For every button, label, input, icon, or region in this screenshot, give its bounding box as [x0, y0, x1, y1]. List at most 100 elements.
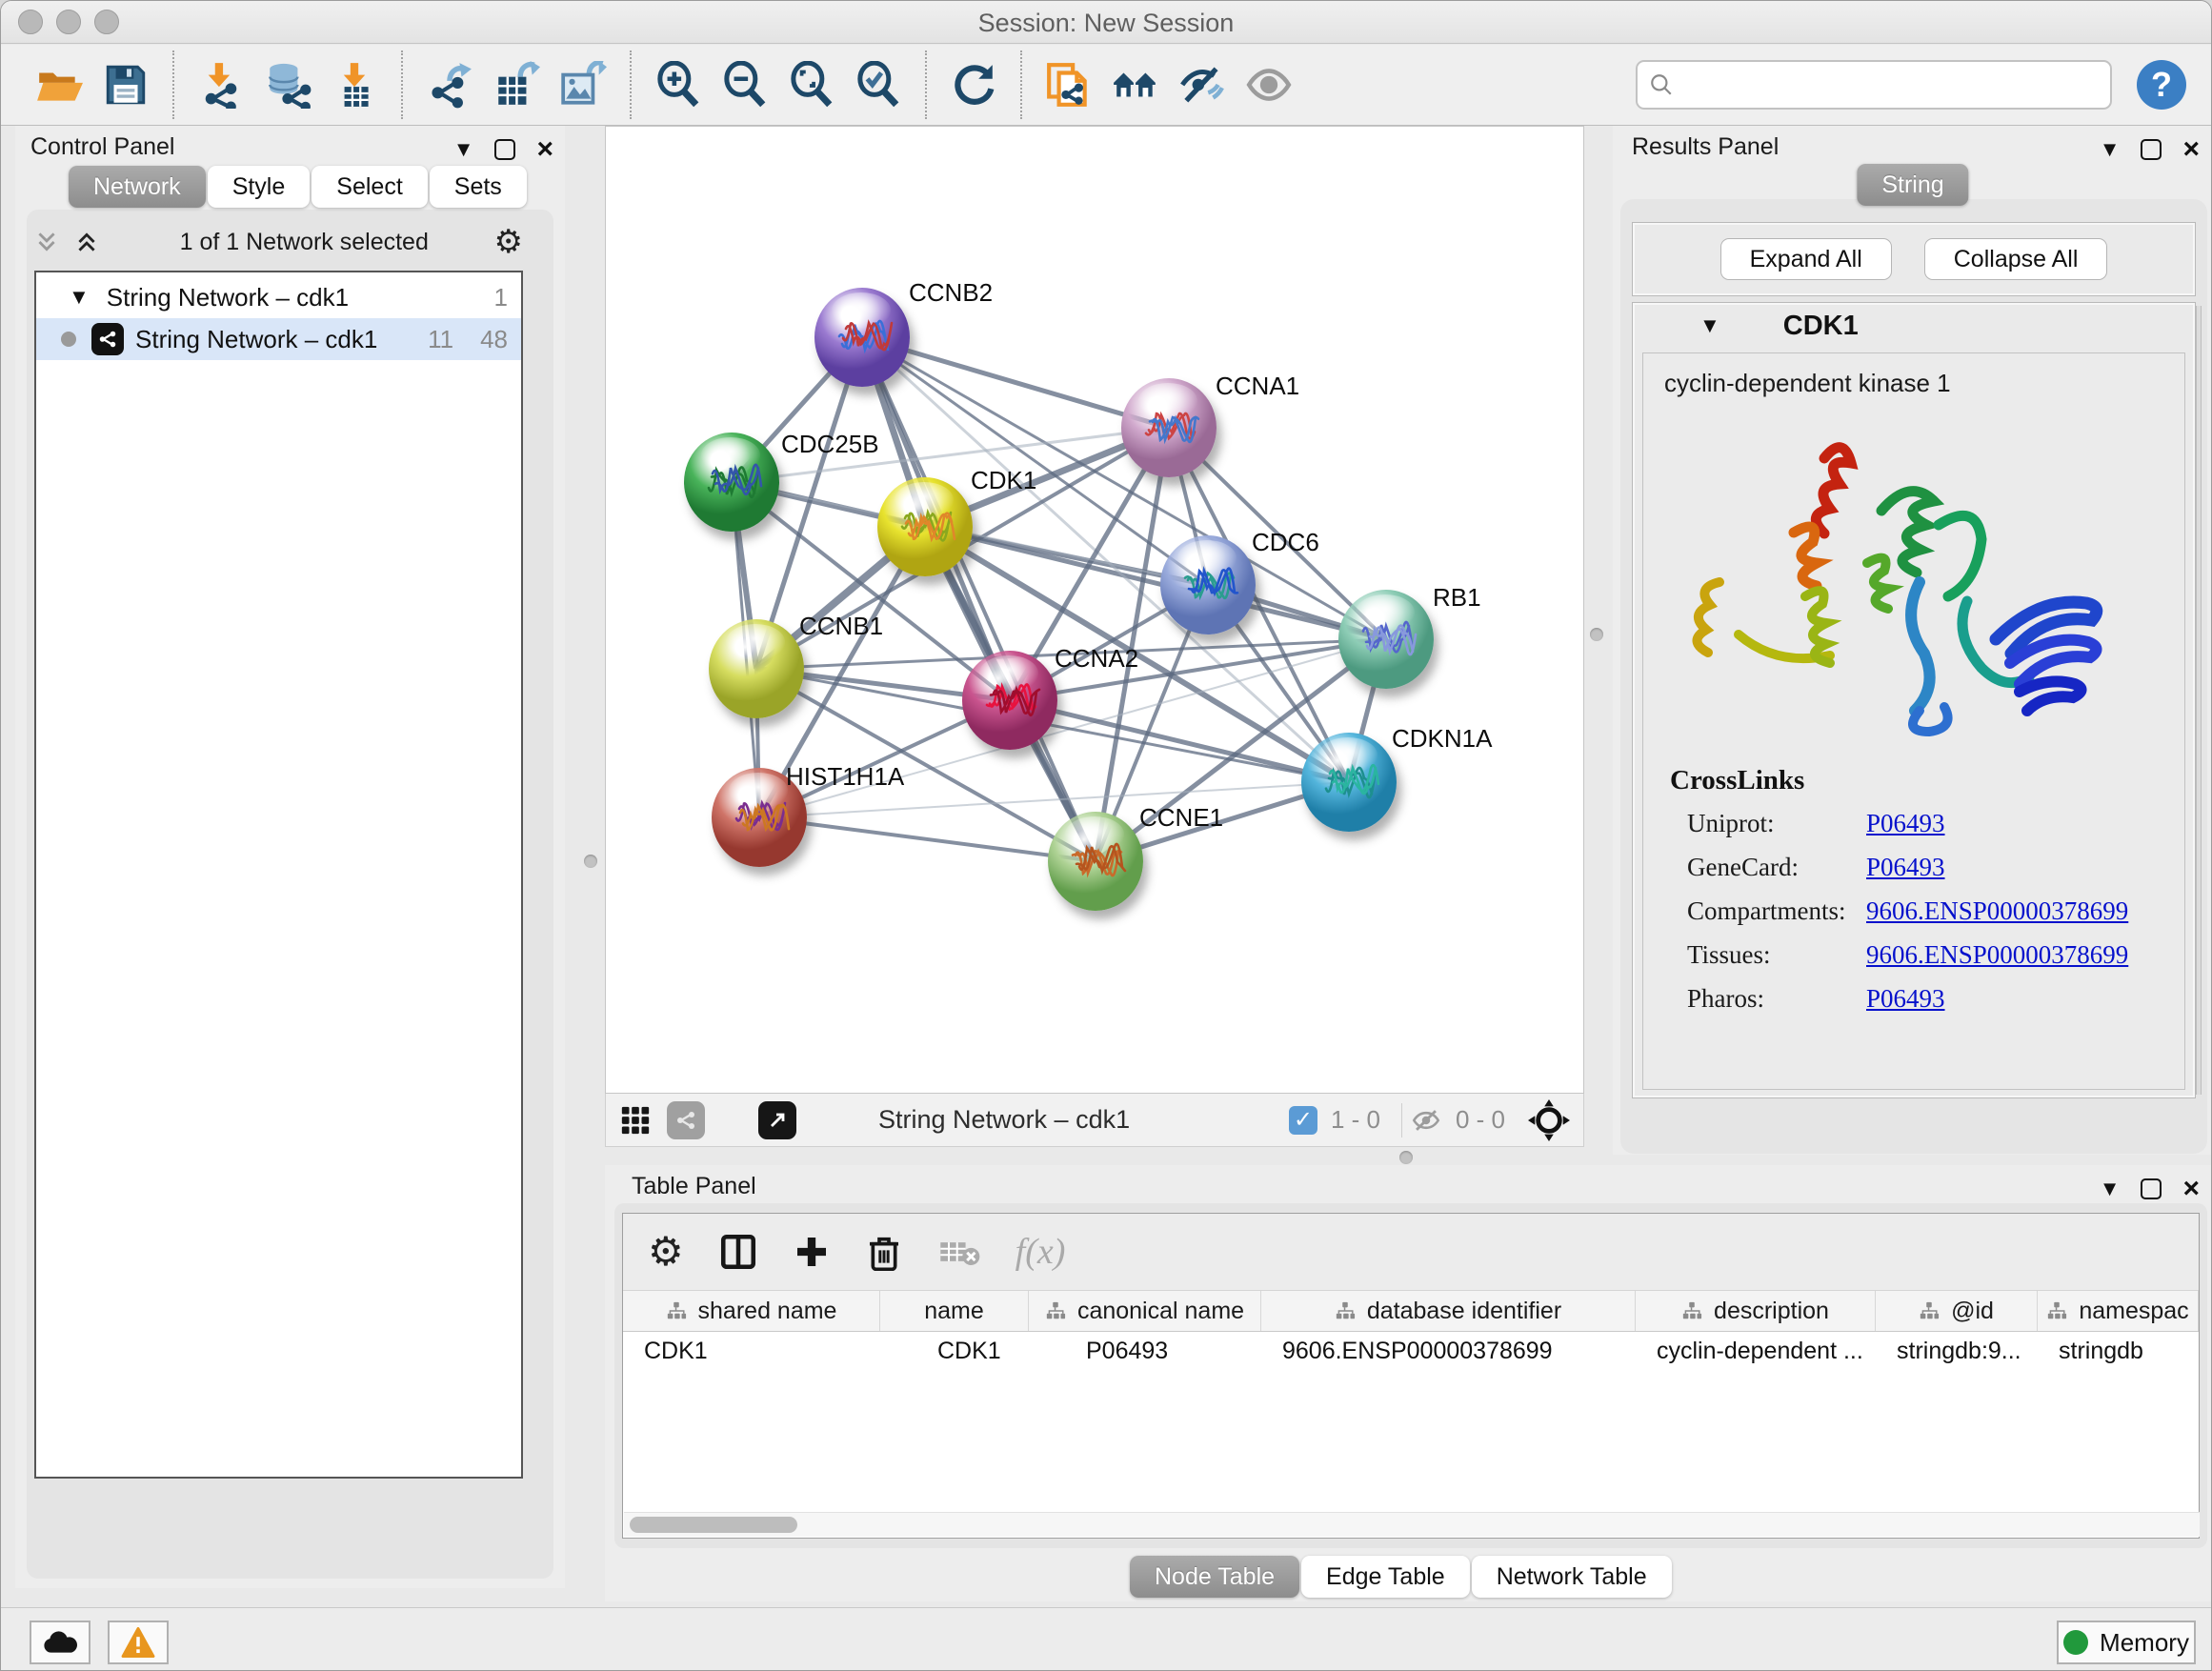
create-column-plus-icon[interactable] [793, 1233, 831, 1271]
tab-node-table[interactable]: Node Table [1130, 1556, 1299, 1598]
collapse-panel-icon[interactable]: ▼ [453, 139, 474, 160]
network-node-ccna1[interactable] [1121, 378, 1217, 477]
network-share-icon[interactable] [667, 1101, 705, 1139]
network-node-cdc6[interactable] [1160, 535, 1256, 634]
column-header[interactable]: database identifier [1261, 1291, 1636, 1331]
import-network-file-button[interactable] [193, 57, 249, 112]
open-session-button[interactable] [31, 57, 87, 112]
node-label-ccna1[interactable]: CCNA1 [1216, 372, 1299, 401]
genecard-link[interactable]: P06493 [1866, 853, 1945, 882]
table-row[interactable]: CDK1 CDK1 P06493 9606.ENSP00000378699 cy… [623, 1332, 2199, 1374]
scrollbar-thumb[interactable] [630, 1517, 797, 1533]
network-node-ccnb1[interactable] [709, 619, 804, 718]
right-splitter-grip[interactable] [1590, 628, 1603, 641]
node-label-ccna2[interactable]: CCNA2 [1055, 644, 1138, 674]
node-label-ccnb2[interactable]: CCNB2 [909, 278, 993, 308]
column-header[interactable]: name [880, 1291, 1029, 1331]
expand-all-networks-icon[interactable] [74, 230, 99, 254]
grid-view-icon[interactable] [619, 1104, 652, 1137]
network-node-cdkn1a[interactable] [1301, 733, 1397, 832]
close-panel-icon[interactable]: × [536, 135, 553, 164]
uniprot-link[interactable]: P06493 [1866, 809, 1945, 838]
node-label-ccne1[interactable]: CCNE1 [1139, 803, 1223, 833]
houses-icon-button[interactable] [1108, 57, 1163, 112]
export-table-button[interactable] [489, 57, 544, 112]
detach-view-icon[interactable] [758, 1101, 796, 1139]
tab-style[interactable]: Style [208, 166, 311, 208]
close-panel-icon[interactable]: × [2182, 135, 2200, 164]
search-box[interactable] [1636, 60, 2112, 110]
collapse-all-button[interactable]: Collapse All [1924, 238, 2108, 280]
left-splitter-grip[interactable] [584, 855, 597, 868]
cloud-status-button[interactable] [30, 1621, 90, 1664]
gene-expand-icon[interactable]: ▼ [1699, 315, 1720, 336]
compartments-link[interactable]: 9606.ENSP00000378699 [1866, 896, 2128, 926]
warnings-button[interactable] [108, 1621, 169, 1664]
column-header[interactable]: shared name [623, 1291, 880, 1331]
network-node-ccna2[interactable] [962, 651, 1057, 750]
network-node-rb1[interactable] [1338, 590, 1434, 689]
node-label-rb1[interactable]: RB1 [1433, 583, 1481, 613]
float-panel-icon[interactable] [494, 139, 515, 160]
collapse-all-networks-icon[interactable] [34, 230, 59, 254]
export-network-button[interactable] [422, 57, 477, 112]
column-header[interactable]: @id [1876, 1291, 2038, 1331]
birdseye-crosshair-icon[interactable] [1528, 1099, 1570, 1141]
show-all-button[interactable] [1241, 57, 1297, 112]
node-label-cdc25b[interactable]: CDC25B [781, 430, 879, 459]
network-node-ccnb2[interactable] [814, 288, 910, 387]
apply-layout-button[interactable] [946, 57, 1001, 112]
node-label-cdk1[interactable]: CDK1 [971, 466, 1036, 495]
network-options-gear-icon[interactable]: ⚙ [494, 226, 523, 258]
collapse-panel-icon[interactable]: ▼ [2100, 1178, 2121, 1199]
save-session-button[interactable] [98, 57, 153, 112]
zoom-out-button[interactable] [717, 57, 773, 112]
node-label-ccnb1[interactable]: CCNB1 [799, 612, 883, 641]
collection-expand-icon[interactable]: ▼ [69, 287, 90, 308]
float-panel-icon[interactable] [2141, 139, 2162, 160]
import-network-database-button[interactable] [260, 57, 315, 112]
zoom-selected-button[interactable] [851, 57, 906, 112]
node-label-cdc6[interactable]: CDC6 [1252, 528, 1319, 557]
delete-column-trash-icon[interactable] [865, 1233, 903, 1271]
import-table-file-button[interactable] [327, 57, 382, 112]
node-label-cdkn1a[interactable]: CDKN1A [1392, 724, 1492, 754]
show-columns-icon[interactable] [718, 1232, 758, 1272]
network-collection-row[interactable]: ▼ String Network – cdk1 1 [36, 276, 521, 318]
help-button[interactable]: ? [2137, 60, 2186, 110]
table-settings-gear-icon[interactable]: ⚙ [648, 1232, 684, 1272]
network-row-selected[interactable]: String Network – cdk1 11 48 [36, 318, 521, 360]
tab-select[interactable]: Select [312, 166, 427, 208]
collapse-panel-icon[interactable]: ▼ [2100, 139, 2121, 160]
tab-network[interactable]: Network [69, 166, 206, 208]
zoom-in-button[interactable] [651, 57, 706, 112]
float-panel-icon[interactable] [2141, 1178, 2162, 1199]
tab-edge-table[interactable]: Edge Table [1301, 1556, 1470, 1598]
delete-table-icon[interactable] [937, 1233, 981, 1271]
results-scrollbar[interactable] [2196, 306, 2202, 1095]
network-canvas[interactable]: CCNB2 CCNA1 CDC25B CDK1 CDC6 RB1 CCNB1 CCNA2 CDK… [605, 126, 1584, 1094]
close-panel-icon[interactable]: × [2182, 1175, 2200, 1203]
network-node-ccne1[interactable] [1048, 812, 1143, 911]
export-image-button[interactable] [555, 57, 611, 112]
expand-all-button[interactable]: Expand All [1720, 238, 1892, 280]
function-builder-icon[interactable]: f(x) [1016, 1231, 1066, 1273]
memory-button[interactable]: Memory [2057, 1621, 2196, 1664]
selected-nodes-checkbox-icon[interactable]: ✓ [1289, 1106, 1317, 1135]
first-neighbors-button[interactable] [1041, 57, 1096, 112]
column-header[interactable]: description [1636, 1291, 1876, 1331]
bottom-splitter-grip[interactable] [1399, 1151, 1413, 1164]
pharos-link[interactable]: P06493 [1866, 984, 1945, 1014]
network-node-cdc25b[interactable] [684, 433, 779, 532]
tissues-link[interactable]: 9606.ENSP00000378699 [1866, 940, 2128, 970]
gene-card-header[interactable]: ▼ CDK1 [1633, 303, 2195, 349]
column-header[interactable]: namespac [2038, 1291, 2199, 1331]
tab-string[interactable]: String [1857, 164, 1968, 206]
search-input[interactable] [1683, 70, 2099, 100]
table-horizontal-scrollbar[interactable] [624, 1512, 2200, 1537]
hide-selected-button[interactable] [1175, 57, 1230, 112]
zoom-fit-button[interactable] [784, 57, 839, 112]
tab-sets[interactable]: Sets [430, 166, 527, 208]
network-node-cdk1[interactable] [877, 477, 973, 576]
tab-network-table[interactable]: Network Table [1472, 1556, 1672, 1598]
